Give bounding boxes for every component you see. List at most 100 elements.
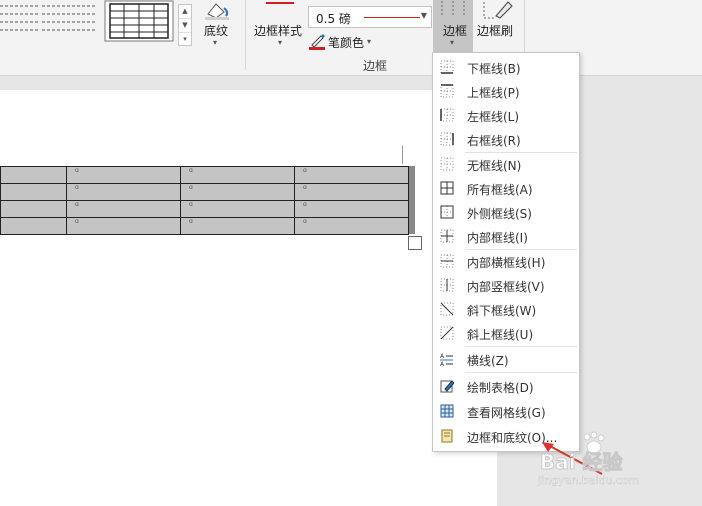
table-cell[interactable]: ɑ xyxy=(294,166,409,184)
menu-item-label: 上框线(P) xyxy=(467,86,520,100)
table-cell[interactable] xyxy=(0,183,67,201)
table-cell[interactable]: ɑ xyxy=(66,183,181,201)
pen-weight-select[interactable]: 0.5 磅 ▼ xyxy=(308,6,432,28)
table-cell[interactable]: ɑ xyxy=(180,183,295,201)
gallery-more-icon[interactable]: ▾ xyxy=(179,33,191,46)
menu-separator xyxy=(465,346,577,347)
borders-group-label: 边框 xyxy=(363,59,388,73)
menu-item-outside-borders[interactable]: 外侧框线(S) xyxy=(433,201,579,224)
ribbon: ▲ ▼ ▾ 底纹 ▾ 边框样式 ▾ 0.5 磅 ▼ 笔颜色 ▾ 边框 ▾ 边框 xyxy=(0,0,702,76)
table-cell[interactable]: ɑ xyxy=(180,200,295,218)
menu-item-label: 内部框线(I) xyxy=(467,231,528,245)
menu-item-left-border[interactable]: 左框线(L) xyxy=(433,104,579,127)
pen-color-dropdown-icon[interactable]: ▾ xyxy=(367,37,371,46)
menu-item-label: 所有框线(A) xyxy=(467,183,533,197)
menu-item-label: 无框线(N) xyxy=(467,159,522,173)
menu-item-right-border[interactable]: 右框线(R) xyxy=(433,128,579,151)
table-cell[interactable] xyxy=(0,166,67,184)
pen-color-icon[interactable] xyxy=(309,32,327,50)
cell-end-marker: ɑ xyxy=(75,167,79,174)
left-border-icon xyxy=(440,108,454,122)
all-borders-icon xyxy=(440,181,454,195)
table-cell[interactable]: ɑ xyxy=(66,217,181,235)
gallery-scroll-buttons[interactable]: ▲ ▼ ▾ xyxy=(178,4,192,46)
diagonal-up-border-icon xyxy=(440,326,454,340)
table-cell[interactable]: ɑ xyxy=(294,217,409,235)
border-painter-icon[interactable] xyxy=(482,0,516,20)
table-row[interactable]: ɑ ɑ ɑ xyxy=(0,183,409,201)
inside-horizontal-border-icon xyxy=(440,254,454,268)
table-style-gallery-middle[interactable] xyxy=(42,0,98,37)
menu-item-bottom-border[interactable]: 下框线(B) xyxy=(433,56,579,79)
table-cell[interactable] xyxy=(0,217,67,235)
svg-text:A: A xyxy=(440,353,445,360)
right-border-icon xyxy=(440,132,454,146)
menu-item-horizontal-line[interactable]: AA 横线(Z) xyxy=(433,348,579,371)
cell-end-marker: ɑ xyxy=(75,184,79,191)
inside-vertical-border-icon xyxy=(440,278,454,292)
border-styles-button[interactable]: 边框样式 xyxy=(254,22,302,39)
no-border-icon xyxy=(440,157,454,171)
document-page[interactable] xyxy=(0,90,497,506)
cell-end-marker: ɑ xyxy=(303,218,307,225)
table-style-gallery-left[interactable] xyxy=(0,0,40,37)
cell-end-marker: ɑ xyxy=(303,201,307,208)
shading-dropdown-icon[interactable]: ▾ xyxy=(213,38,217,47)
diagonal-down-border-icon xyxy=(440,302,454,316)
table-cell[interactable]: ɑ xyxy=(66,200,181,218)
shading-bucket-icon xyxy=(205,3,229,20)
table-cell[interactable]: ɑ xyxy=(180,166,295,184)
menu-item-top-border[interactable]: 上框线(P) xyxy=(433,80,579,103)
table-cell[interactable]: ɑ xyxy=(66,166,181,184)
border-styles-icon[interactable] xyxy=(262,0,298,20)
menu-item-label: 斜上框线(U) xyxy=(467,328,534,342)
menu-item-view-gridlines[interactable]: 查看网格线(G) xyxy=(433,400,579,423)
menu-item-inside-horizontal-border[interactable]: 内部横框线(H) xyxy=(433,250,579,273)
chevron-down-icon[interactable]: ▼ xyxy=(421,11,427,20)
menu-item-label: 左框线(L) xyxy=(467,110,520,124)
menu-item-label: 下框线(B) xyxy=(467,62,521,76)
menu-item-label: 右框线(R) xyxy=(467,134,521,148)
menu-item-label: 内部竖框线(V) xyxy=(467,280,545,294)
table-cell[interactable]: ɑ xyxy=(294,200,409,218)
table-style-gallery-selected[interactable] xyxy=(104,0,174,42)
pen-color-button[interactable]: 笔颜色 xyxy=(328,34,364,51)
menu-item-draw-table[interactable]: 绘制表格(D) xyxy=(433,375,579,398)
borders-dropdown-icon[interactable]: ▾ xyxy=(450,38,454,47)
menu-item-inside-borders[interactable]: 内部框线(I) xyxy=(433,225,579,248)
table-cell[interactable] xyxy=(0,200,67,218)
pen-weight-value: 0.5 磅 xyxy=(316,12,351,26)
horizontal-line-icon: AA xyxy=(440,353,453,366)
border-painter-button[interactable]: 边框刷 xyxy=(477,22,513,39)
menu-item-no-border[interactable]: 无框线(N) xyxy=(433,153,579,176)
table-cell[interactable]: ɑ xyxy=(294,183,409,201)
border-grid-icon xyxy=(441,1,465,16)
document-table[interactable]: ɑ ɑ ɑ ɑ ɑ ɑ ɑ ɑ ɑ ɑ ɑ ɑ xyxy=(0,166,409,235)
menu-item-diagonal-up-border[interactable]: 斜上框线(U) xyxy=(433,322,579,345)
inside-borders-icon xyxy=(440,229,454,243)
bottom-border-icon xyxy=(440,60,454,74)
svg-text:A: A xyxy=(440,361,445,366)
borders-button-label: 边框 xyxy=(443,24,468,38)
outside-borders-icon xyxy=(440,205,454,219)
border-styles-dropdown-icon[interactable]: ▾ xyxy=(278,38,282,47)
menu-item-all-borders[interactable]: 所有框线(A) xyxy=(433,177,579,200)
menu-item-label: 内部横框线(H) xyxy=(467,256,546,270)
gallery-scroll-down-icon[interactable]: ▼ xyxy=(179,19,191,33)
menu-item-inside-vertical-border[interactable]: 内部竖框线(V) xyxy=(433,274,579,297)
cell-end-marker: ɑ xyxy=(189,201,193,208)
table-cell[interactable]: ɑ xyxy=(180,217,295,235)
watermark-brand: Bai 经验 xyxy=(540,450,624,475)
gallery-scroll-up-icon[interactable]: ▲ xyxy=(179,5,191,19)
table-row[interactable]: ɑ ɑ ɑ xyxy=(0,200,409,218)
table-row[interactable]: ɑ ɑ ɑ xyxy=(0,217,409,235)
cell-end-marker: ɑ xyxy=(75,201,79,208)
menu-item-label: 斜下框线(W) xyxy=(467,304,537,318)
cell-end-marker: ɑ xyxy=(303,167,307,174)
table-row[interactable]: ɑ ɑ ɑ xyxy=(0,166,409,184)
table-resize-handle[interactable] xyxy=(408,236,422,250)
menu-item-diagonal-down-border[interactable]: 斜下框线(W) xyxy=(433,298,579,321)
menu-item-label: 外侧框线(S) xyxy=(467,207,532,221)
cell-end-marker: ɑ xyxy=(189,167,193,174)
draw-table-icon xyxy=(440,380,454,393)
